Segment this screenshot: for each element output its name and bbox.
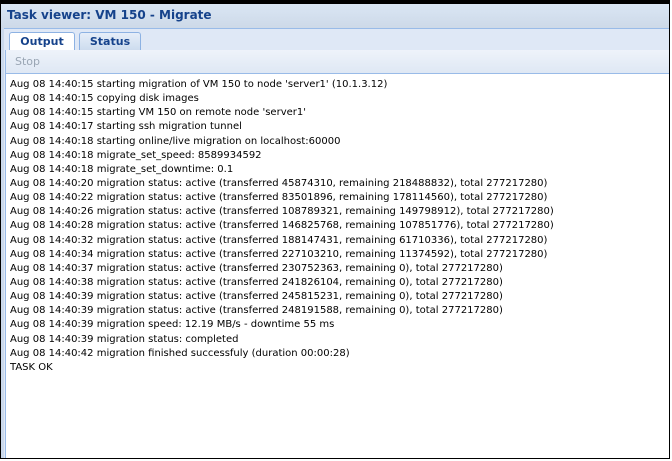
task-viewer-window: Task viewer: VM 150 - Migrate Output Sta… bbox=[0, 0, 670, 459]
log-line: Aug 08 14:40:26 migration status: active… bbox=[10, 206, 554, 218]
log-line: TASK OK bbox=[10, 361, 53, 373]
log-line: Aug 08 14:40:15 copying disk images bbox=[10, 93, 199, 105]
log-line: Aug 08 14:40:39 migration speed: 12.19 M… bbox=[10, 319, 335, 331]
output-panel: Stop Aug 08 14:40:15 starting migration … bbox=[5, 50, 669, 458]
log-line: Aug 08 14:40:22 migration status: active… bbox=[10, 192, 548, 204]
tab-strip: Output Status bbox=[5, 28, 669, 51]
log-line: Aug 08 14:40:15 starting migration of VM… bbox=[10, 79, 388, 90]
log-line: Aug 08 14:40:20 migration status: active… bbox=[10, 177, 548, 189]
stop-button[interactable]: Stop bbox=[10, 53, 45, 70]
log-line: Aug 08 14:40:17 starting ssh migration t… bbox=[10, 121, 242, 133]
log-line: Aug 08 14:40:15 starting VM 150 on remot… bbox=[10, 107, 306, 119]
log-line: Aug 08 14:40:34 migration status: active… bbox=[10, 248, 548, 260]
tab-output[interactable]: Output bbox=[9, 32, 75, 51]
tab-status[interactable]: Status bbox=[79, 32, 141, 50]
log-line: Aug 08 14:40:18 starting online/live mig… bbox=[10, 135, 341, 147]
log-line: Aug 08 14:40:18 migrate_set_downtime: 0.… bbox=[10, 163, 234, 175]
log-line: Aug 08 14:40:42 migration finished succe… bbox=[10, 347, 350, 359]
log-line: Aug 08 14:40:38 migration status: active… bbox=[10, 276, 503, 288]
log-line: Aug 08 14:40:18 migrate_set_speed: 85899… bbox=[10, 149, 262, 161]
log-line: Aug 08 14:40:39 migration status: comple… bbox=[10, 333, 239, 345]
log-line: Aug 08 14:40:39 migration status: active… bbox=[10, 291, 503, 303]
log-line: Aug 08 14:40:28 migration status: active… bbox=[10, 220, 554, 232]
log-line: Aug 08 14:40:32 migration status: active… bbox=[10, 234, 548, 246]
task-log: Aug 08 14:40:15 starting migration of VM… bbox=[6, 74, 669, 375]
toolbar: Stop bbox=[6, 50, 669, 74]
window-left-edge bbox=[1, 28, 4, 458]
log-line: Aug 08 14:40:39 migration status: active… bbox=[10, 305, 503, 317]
window-title: Task viewer: VM 150 - Migrate bbox=[1, 4, 669, 29]
log-line: Aug 08 14:40:37 migration status: active… bbox=[10, 262, 503, 274]
